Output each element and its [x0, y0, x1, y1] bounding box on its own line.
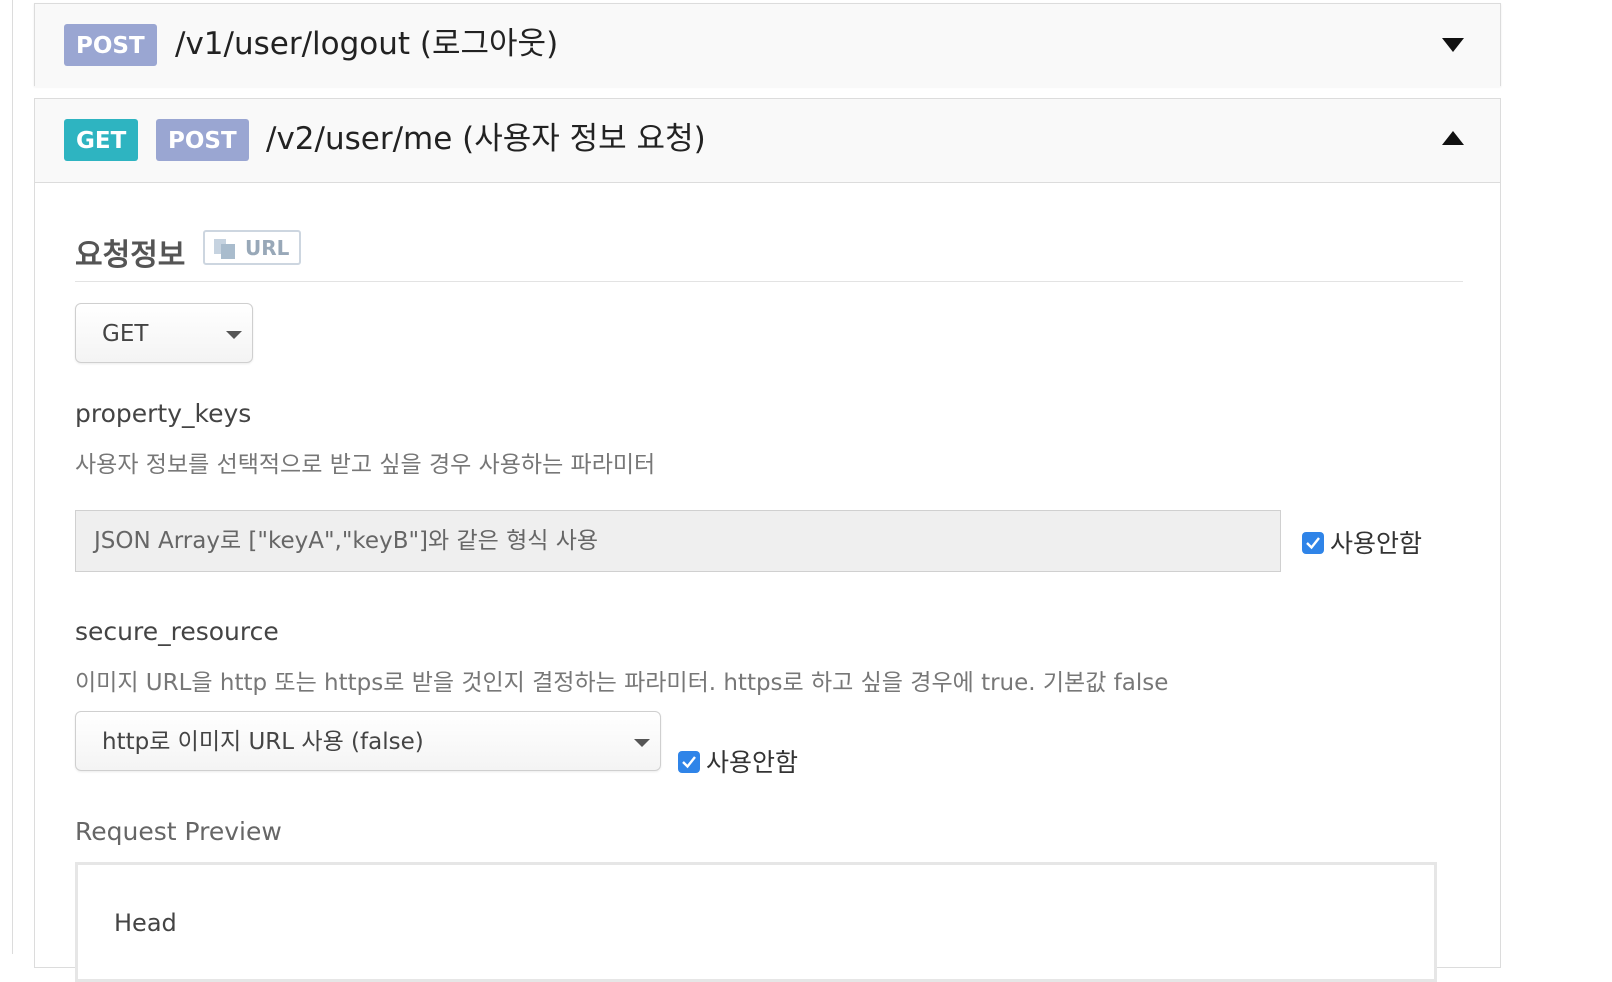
param-desc-property-keys: 사용자 정보를 선택적으로 받고 싶을 경우 사용하는 파라미터 [75, 452, 656, 478]
secure-resource-select[interactable]: http로 이미지 URL 사용 (false) [75, 711, 661, 771]
http-method-value: GET [102, 321, 149, 347]
dropdown-caret-icon [634, 739, 650, 747]
endpoint-header-logout[interactable]: POST /v1/user/logout (로그아웃) [35, 4, 1500, 87]
http-method-select[interactable]: GET [75, 303, 253, 363]
expand-arrow-icon[interactable] [1442, 38, 1464, 52]
disable-label: 사용안함 [706, 748, 799, 777]
disable-label: 사용안함 [1330, 529, 1423, 558]
endpoint-path: /v1/user/logout (로그아웃) [175, 26, 559, 62]
checkbox-checked-icon[interactable] [1302, 532, 1324, 554]
secure-resource-value: http로 이미지 URL 사용 (false) [102, 729, 424, 755]
endpoint-panel-user-me: GET POST /v2/user/me (사용자 정보 요청) 요청정보 UR… [34, 98, 1501, 982]
request-preview-label: Request Preview [75, 817, 282, 846]
post-method-badge: POST [64, 24, 157, 66]
param-name-secure-resource: secure_resource [75, 617, 279, 646]
copy-url-button[interactable]: URL [203, 230, 301, 265]
section-divider [75, 281, 1463, 282]
dropdown-caret-icon [226, 331, 242, 339]
property-keys-placeholder: JSON Array로 ["keyA","keyB"]와 같은 형식 사용 [94, 528, 599, 554]
endpoint-path: /v2/user/me (사용자 정보 요청) [266, 121, 706, 157]
collapse-arrow-icon[interactable] [1442, 131, 1464, 145]
url-button-label: URL [245, 236, 290, 260]
property-keys-input[interactable]: JSON Array로 ["keyA","keyB"]와 같은 형식 사용 [75, 510, 1281, 572]
get-method-badge: GET [64, 119, 139, 161]
post-method-badge: POST [156, 119, 249, 161]
preview-header-text: Head [114, 909, 177, 937]
endpoint-header-user-me[interactable]: GET POST /v2/user/me (사용자 정보 요청) [35, 99, 1500, 183]
param-name-property-keys: property_keys [75, 399, 252, 428]
request-preview-box: Head [75, 862, 1437, 982]
copy-icon [214, 239, 235, 259]
request-info-title: 요청정보 [75, 238, 186, 273]
page-left-border [12, 0, 13, 954]
checkbox-checked-icon[interactable] [678, 751, 700, 773]
param-desc-secure-resource: 이미지 URL을 http 또는 https로 받을 것인지 결정하는 파라미터… [75, 670, 1169, 696]
endpoint-panel-logout: POST /v1/user/logout (로그아웃) [34, 3, 1501, 87]
